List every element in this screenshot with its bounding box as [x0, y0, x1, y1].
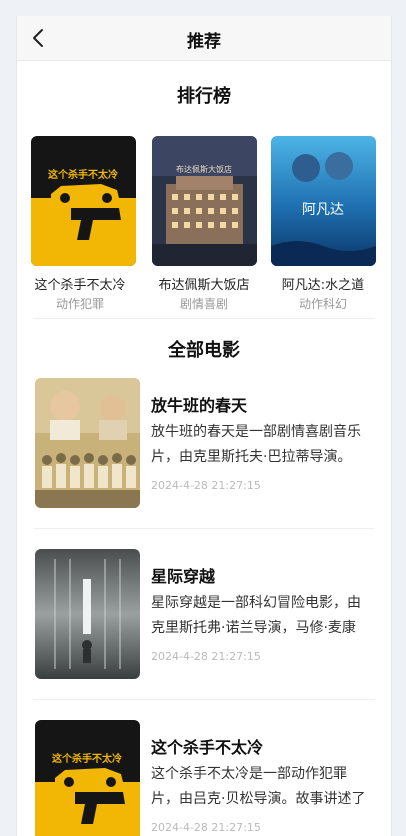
- ranking-item-name: 这个杀手不太冷: [34, 278, 126, 293]
- poster-title: 布达佩斯大饭店: [176, 164, 232, 174]
- movie-list-item[interactable]: 这个杀手不太冷 这个杀手不太冷 这个杀手不太冷是一部动作犯罪片，由吕克·贝松导演…: [17, 720, 391, 836]
- poster-title: 这个杀手不太冷: [52, 752, 122, 765]
- ranking-item-genre: 动作犯罪: [55, 297, 104, 311]
- list-divider: [33, 528, 375, 529]
- poster-image: 这个杀手不太冷: [30, 136, 136, 266]
- poster-image: 布达佩斯大饭店: [151, 136, 257, 266]
- movie-title: 放牛班的春天: [151, 396, 248, 415]
- movie-timestamp: 2024-4-28 21:27:15: [151, 650, 261, 663]
- phone-screen: 推荐 排行榜 这个杀手不太冷 这个杀手不太冷 动作犯罪 布达佩斯大饭店 布达佩斯…: [16, 16, 392, 836]
- ranking-item[interactable]: 布达佩斯大饭店 布达佩斯大饭店 剧情喜剧: [144, 136, 264, 312]
- movie-timestamp: 2024-4-28 21:27:15: [151, 821, 261, 834]
- poster-image: [35, 549, 140, 679]
- movie-title: 这个杀手不太冷: [151, 738, 264, 757]
- movie-list-item[interactable]: 放牛班的春天 放牛班的春天是一部剧情喜剧音乐片，由克里斯托夫·巴拉蒂导演。 20…: [17, 378, 391, 528]
- ranking-item[interactable]: 这个杀手不太冷 这个杀手不太冷 动作犯罪: [17, 136, 137, 312]
- poster-image: [35, 378, 140, 508]
- ranking-list: 这个杀手不太冷 这个杀手不太冷 动作犯罪 布达佩斯大饭店 布达佩斯大饭店 剧情喜…: [17, 136, 391, 311]
- ranking-item[interactable]: 阿凡达 阿凡达:水之道 动作科幻: [263, 136, 383, 312]
- movie-timestamp: 2024-4-28 21:27:15: [151, 479, 261, 492]
- ranking-section-title: 排行榜: [177, 86, 231, 107]
- ranking-item-name: 布达佩斯大饭店: [158, 278, 250, 293]
- movie-title: 星际穿越: [151, 567, 216, 586]
- poster-image: 这个杀手不太冷: [35, 720, 140, 836]
- movie-list-item[interactable]: 星际穿越 星际穿越是一部科幻冒险电影，由克里斯托弗·诺兰导演，马修·麦康纳主演。…: [17, 549, 391, 699]
- movie-description: 这个杀手不太冷是一部动作犯罪片，由吕克·贝松导演。故事讲述了一个杀手的故事。: [151, 766, 366, 807]
- top-navigation-bar: 推荐: [17, 16, 391, 61]
- section-divider: [33, 318, 375, 319]
- poster-title: 阿凡达: [302, 202, 344, 218]
- movie-description: 星际穿越是一部科幻冒险电影，由克里斯托弗·诺兰导演，马修·麦康纳主演。: [151, 595, 361, 636]
- list-divider: [33, 699, 375, 700]
- page-title: 推荐: [187, 32, 221, 52]
- all-movies-section-title: 全部电影: [168, 340, 240, 361]
- ranking-item-genre: 剧情喜剧: [179, 297, 228, 311]
- poster-image: 阿凡达: [270, 136, 376, 266]
- ranking-item-genre: 动作科幻: [298, 297, 347, 311]
- movie-description: 放牛班的春天是一部剧情喜剧音乐片，由克里斯托夫·巴拉蒂导演。: [151, 424, 361, 465]
- ranking-item-name: 阿凡达:水之道: [281, 278, 365, 293]
- poster-title: 这个杀手不太冷: [48, 168, 118, 181]
